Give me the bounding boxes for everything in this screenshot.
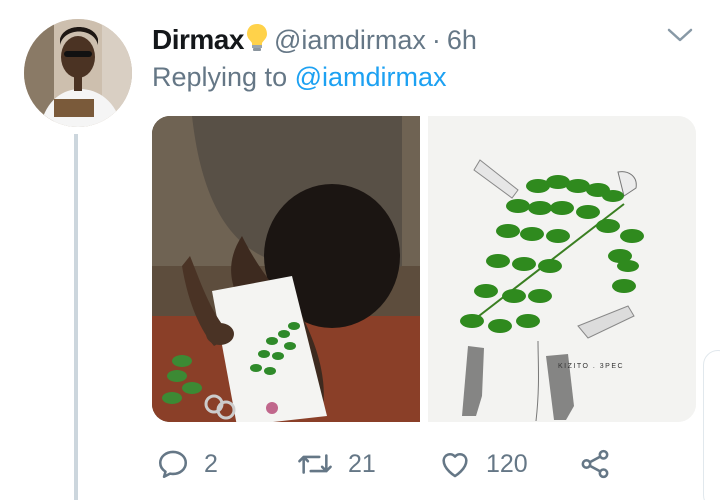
tweet-header: Dirmax @iamdirmax · 6h [152,20,477,60]
heart-icon [438,447,472,481]
adjacent-card-edge [703,350,720,500]
share-button[interactable] [578,442,612,486]
avatar[interactable] [24,19,132,127]
thread-connector-line [74,134,78,500]
user-handle[interactable]: @iamdirmax [274,25,426,56]
artist-signature: KIZITO . 3PEC [558,363,624,370]
timestamp[interactable]: 6h [447,25,477,56]
retweet-count: 21 [348,449,376,478]
share-icon [578,447,612,481]
replying-to-handle-link[interactable]: @iamdirmax [295,62,447,92]
like-count: 120 [486,449,528,478]
photo-leaf-dress-illustration[interactable]: KIZITO . 3PEC [428,116,696,422]
reply-button[interactable]: 2 [156,442,218,486]
tweet-actions: 2 21 120 [152,442,632,486]
replying-to-line: Replying to @iamdirmax [152,62,447,93]
media-grid: KIZITO . 3PEC [152,116,696,422]
display-name[interactable]: Dirmax [152,24,244,56]
separator-dot: · [431,24,441,55]
photo-student-drawing[interactable] [152,116,420,422]
reply-count: 2 [204,449,218,478]
avatar-image [24,19,132,127]
lightbulb-emoji-icon [246,23,268,58]
chevron-down-icon[interactable] [666,24,694,46]
like-button[interactable]: 120 [438,442,528,486]
replying-to-label: Replying to [152,62,288,92]
retweet-icon [296,447,334,481]
retweet-button[interactable]: 21 [296,442,376,486]
reply-icon [156,447,190,481]
